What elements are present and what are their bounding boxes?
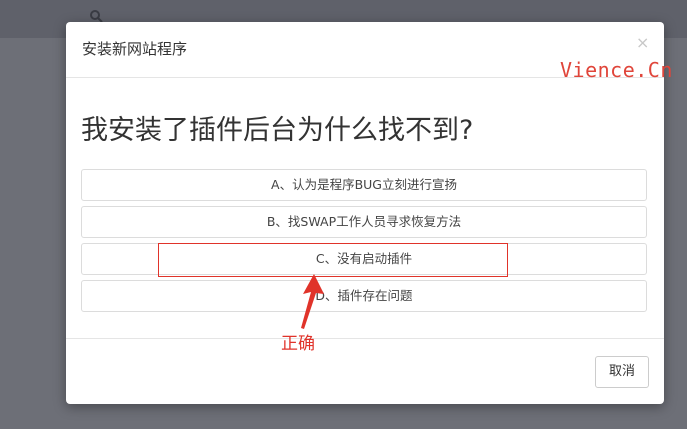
option-b[interactable]: B、找SWAP工作人员寻求恢复方法 xyxy=(81,206,647,238)
option-a[interactable]: A、认为是程序BUG立刻进行宣扬 xyxy=(81,169,647,201)
close-icon[interactable]: × xyxy=(636,35,649,51)
arrow-up-icon xyxy=(301,274,324,329)
dialog-footer: 取消 xyxy=(66,338,664,405)
option-d[interactable]: D、插件存在问题 xyxy=(81,280,647,312)
watermark-text: Vience.Cn xyxy=(560,58,673,82)
annotation-correct-label: 正确 xyxy=(281,334,315,354)
answer-highlight-box xyxy=(158,243,508,277)
dialog-title: 安装新网站程序 xyxy=(82,40,188,58)
quiz-question: 我安装了插件后台为什么找不到? xyxy=(81,115,474,146)
cancel-button[interactable]: 取消 xyxy=(595,356,649,388)
search-icon xyxy=(90,10,103,23)
